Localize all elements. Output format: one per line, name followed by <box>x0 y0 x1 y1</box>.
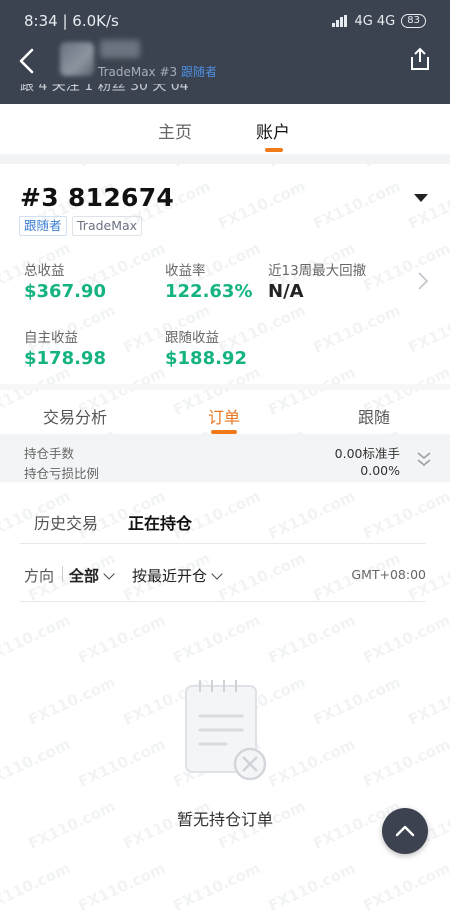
follow-profit-value: $188.92 <box>165 348 247 369</box>
max-drawdown-value: N/A <box>268 281 304 302</box>
divider <box>20 601 426 602</box>
trader-name-blurred <box>100 40 140 58</box>
account-number: #3 812674 <box>20 183 175 212</box>
tab-trade-analysis[interactable]: 交易分析 <box>43 404 107 428</box>
watermark: FX110.com <box>265 487 359 543</box>
self-profit-value: $178.98 <box>24 348 106 369</box>
watermark: FX110.com <box>405 177 450 233</box>
active-tab-indicator <box>265 148 283 152</box>
watermark: FX110.com <box>0 611 74 667</box>
watermark: FX110.com <box>360 487 450 543</box>
watermark: FX110.com <box>75 859 169 915</box>
battery-icon: 83 <box>401 14 426 28</box>
status-left: 8:34 | 6.0K/s <box>24 12 119 30</box>
lots-label: 持仓手数 <box>24 446 75 461</box>
watermark: FX110.com <box>265 611 359 667</box>
watermark: FX110.com <box>0 859 74 915</box>
divider <box>20 543 426 544</box>
account-dropdown-icon[interactable] <box>414 194 428 202</box>
watermark: FX110.com <box>360 735 450 791</box>
watermark: FX110.com <box>215 549 309 605</box>
total-profit-value: $367.90 <box>24 281 106 302</box>
expand-chevron-icon[interactable] <box>416 450 432 468</box>
watermark: FX110.com <box>25 673 119 729</box>
tab-orders[interactable]: 订单 <box>208 404 240 428</box>
watermark: FX110.com <box>310 301 404 357</box>
follower-tag: 跟随者 <box>19 216 67 236</box>
share-icon[interactable] <box>408 46 432 72</box>
watermark: FX110.com <box>75 611 169 667</box>
status-bar: 8:34 | 6.0K/s 4G 4G 83 <box>24 10 426 32</box>
tab-history[interactable]: 历史交易 <box>34 510 98 534</box>
max-drawdown-label: 近13周最大回撤 <box>268 263 367 279</box>
divider <box>0 384 450 390</box>
chevron-down-icon <box>103 568 115 580</box>
watermark: FX110.com <box>265 363 359 419</box>
timezone-label: GMT+08:00 <box>351 567 426 582</box>
follow-profit-label: 跟随收益 <box>165 330 219 346</box>
total-profit-label: 总收益 <box>24 263 65 279</box>
tab-home[interactable]: 主页 <box>158 118 192 143</box>
divider <box>62 566 63 582</box>
watermark: FX110.com <box>360 611 450 667</box>
watermark: FX110.com <box>310 673 404 729</box>
lots-value: 0.00标准手 <box>334 446 400 461</box>
empty-clipboard-icon <box>185 680 267 781</box>
loss-ratio-value: 0.00% <box>360 463 400 478</box>
watermark: FX110.com <box>405 673 450 729</box>
platform-tag: TradeMax <box>72 216 143 236</box>
trader-subtitle: TradeMax #3 跟随者 <box>98 65 218 79</box>
self-profit-label: 自主收益 <box>24 330 78 346</box>
tab-account[interactable]: 账户 <box>256 118 290 143</box>
top-header: 8:34 | 6.0K/s 4G 4G 83 TradeMax #3 跟随者 跟… <box>0 0 450 104</box>
scroll-top-button[interactable] <box>382 808 428 854</box>
watermark: FX110.com <box>265 735 359 791</box>
chevron-right-icon[interactable] <box>416 270 430 292</box>
sort-select[interactable]: 按最近开仓 <box>132 565 223 586</box>
chevron-down-icon <box>211 568 223 580</box>
watermark: FX110.com <box>0 735 74 791</box>
status-right: 4G 4G 83 <box>332 14 426 29</box>
watermark: FX110.com <box>265 859 359 915</box>
avatar[interactable] <box>60 42 94 76</box>
return-rate-label: 收益率 <box>165 263 206 279</box>
main-tabs: 主页 账户 <box>0 104 450 154</box>
loss-ratio-label: 持仓亏损比例 <box>24 466 100 481</box>
tab-follow[interactable]: 跟随 <box>358 404 390 428</box>
direction-label: 方向 <box>24 567 55 585</box>
watermark: FX110.com <box>310 177 404 233</box>
watermark: FX110.com <box>360 239 450 295</box>
watermark: FX110.com <box>170 611 264 667</box>
watermark: FX110.com <box>405 301 450 357</box>
watermark: FX110.com <box>170 859 264 915</box>
back-arrow-icon[interactable] <box>14 46 40 76</box>
watermark: FX110.com <box>75 735 169 791</box>
tab-open-positions[interactable]: 正在持仓 <box>128 510 192 534</box>
return-rate-value: 122.63% <box>165 281 253 302</box>
signal-icon <box>332 15 348 27</box>
header-stats-partial: 跟 4 关注 1 粉丝 30 天 04 <box>20 84 189 94</box>
divider <box>0 154 450 164</box>
watermark: FX110.com <box>215 177 309 233</box>
chevron-up-icon <box>395 825 415 837</box>
direction-select[interactable]: 全部 <box>69 565 115 586</box>
network-text: 4G 4G <box>354 13 396 29</box>
watermark: FX110.com <box>360 859 450 915</box>
